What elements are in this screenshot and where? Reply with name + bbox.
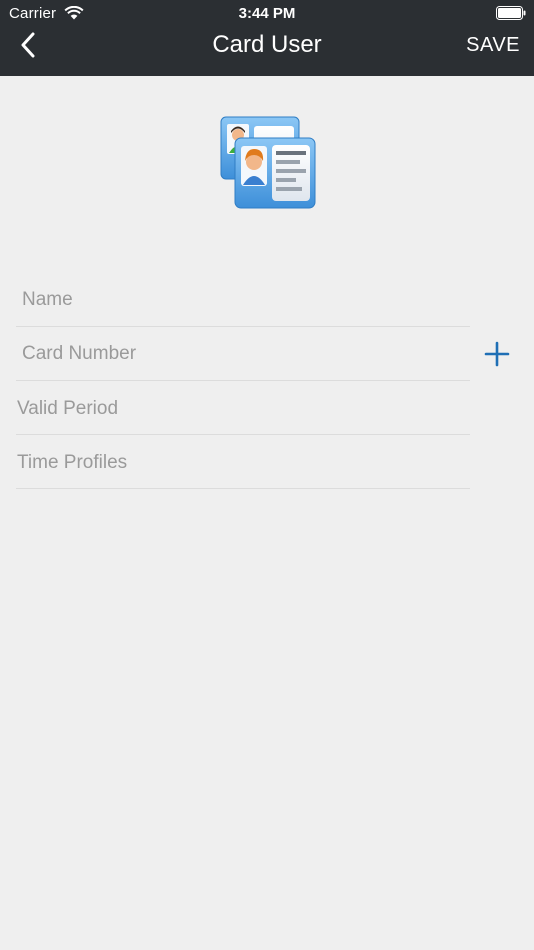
status-time: 3:44 PM xyxy=(238,5,296,22)
card-number-field-row xyxy=(16,328,470,381)
status-bar: Carrier 3:44 PM xyxy=(0,0,534,26)
valid-period-row[interactable]: Valid Period xyxy=(16,382,470,435)
plus-icon xyxy=(484,341,510,367)
save-button[interactable]: SAVE xyxy=(466,32,520,58)
valid-period-label: Valid Period xyxy=(17,398,119,419)
id-cards-icon xyxy=(220,116,316,209)
top-bar: Carrier 3:44 PM Card User SAVE xyxy=(0,0,534,76)
page-title: Card User xyxy=(212,31,322,58)
back-button[interactable] xyxy=(12,28,44,62)
add-card-number-button[interactable] xyxy=(483,340,511,368)
name-field-row xyxy=(16,274,470,327)
time-profiles-row[interactable]: Time Profiles xyxy=(16,436,470,489)
time-profiles-label: Time Profiles xyxy=(17,452,128,473)
chevron-left-icon xyxy=(21,32,35,58)
battery-icon xyxy=(496,6,526,20)
name-input[interactable] xyxy=(16,274,470,326)
card-number-input[interactable] xyxy=(16,328,470,380)
